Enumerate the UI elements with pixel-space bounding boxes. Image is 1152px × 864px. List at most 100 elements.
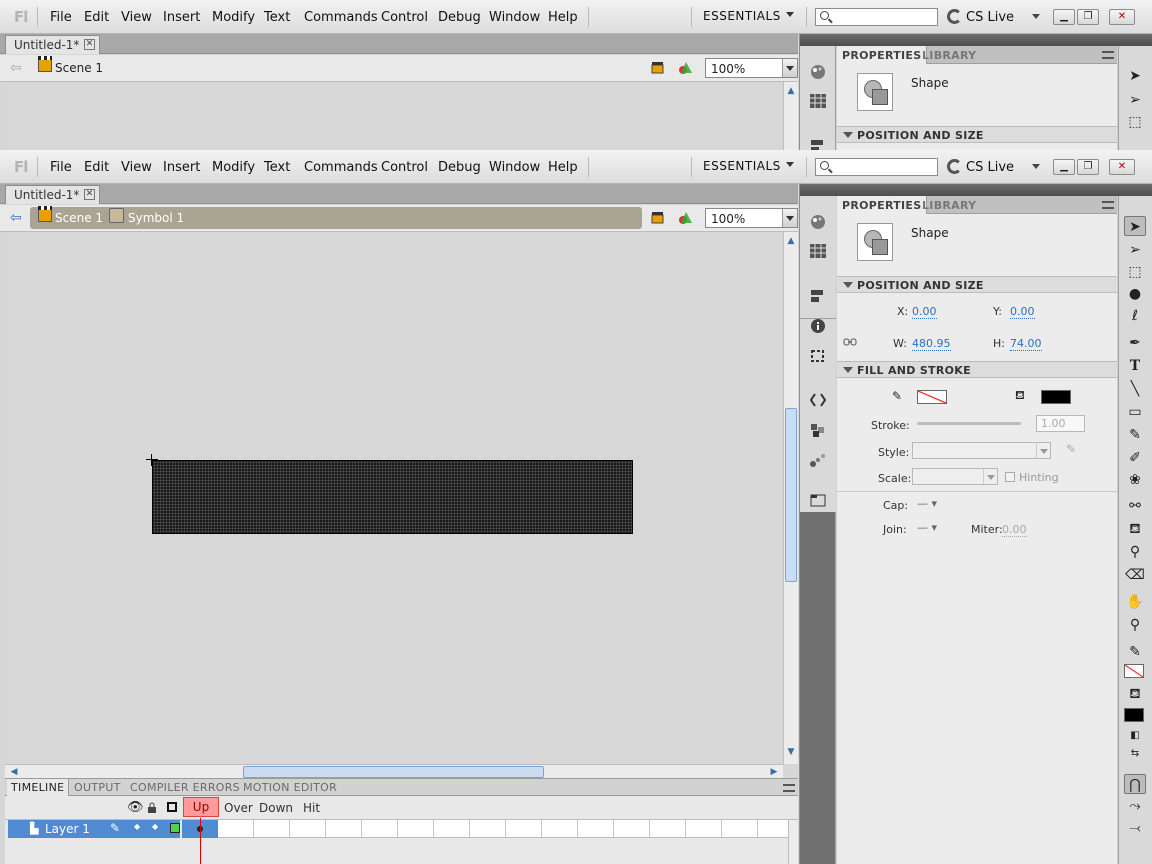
tab-compiler-errors[interactable]: COMPILER ERRORS: [130, 781, 240, 794]
motion-presets-icon[interactable]: [809, 452, 827, 468]
miter-value[interactable]: 0.00: [1002, 523, 1027, 537]
tab-properties[interactable]: PROPERTIES: [837, 196, 928, 214]
cs-live-menu[interactable]: CS Live: [966, 160, 1014, 175]
panel-menu-icon[interactable]: [1102, 51, 1114, 59]
menu-control[interactable]: Control: [381, 10, 428, 25]
chevron-down-icon[interactable]: [1036, 443, 1050, 458]
frame-label-over[interactable]: Over: [224, 801, 253, 815]
w-value[interactable]: 480.95: [912, 337, 951, 351]
scale-select[interactable]: [912, 468, 998, 485]
tab-properties[interactable]: PROPERTIES: [837, 46, 928, 64]
breadcrumb-scene[interactable]: Scene 1: [55, 61, 103, 75]
menu-edit[interactable]: Edit: [84, 160, 109, 175]
stage[interactable]: [5, 82, 783, 150]
eraser-tool-icon[interactable]: ⌫: [1124, 565, 1146, 585]
align-icon[interactable]: [809, 288, 827, 304]
menu-commands[interactable]: Commands: [304, 10, 378, 25]
horizontal-scroll-thumb[interactable]: [243, 766, 544, 778]
section-position-size[interactable]: POSITION AND SIZE: [837, 276, 1117, 293]
chevron-down-icon[interactable]: [786, 162, 794, 167]
frame-label-down[interactable]: Down: [259, 801, 293, 815]
rectangle-shape[interactable]: [152, 460, 633, 534]
menu-commands[interactable]: Commands: [304, 160, 378, 175]
layer-name[interactable]: Layer 1: [45, 822, 90, 836]
menu-text[interactable]: Text: [264, 160, 290, 175]
chevron-down-icon[interactable]: [1032, 14, 1040, 19]
paint-bucket-tool-icon[interactable]: ⛾: [1124, 519, 1146, 539]
smooth-icon[interactable]: ⤳: [1124, 796, 1146, 816]
hinting-checkbox[interactable]: [1005, 472, 1015, 482]
menu-help[interactable]: Help: [548, 160, 578, 175]
pencil-tool-icon[interactable]: ✎: [1124, 425, 1146, 445]
stroke-value[interactable]: 1.00: [1036, 415, 1085, 432]
color-icon[interactable]: [809, 64, 827, 80]
tab-library[interactable]: LIBRARY: [917, 46, 981, 64]
layer-color-icon[interactable]: [170, 823, 180, 833]
panel-menu-icon[interactable]: [1102, 201, 1114, 209]
fill-color-chip[interactable]: [1124, 708, 1144, 722]
scroll-up-icon[interactable]: ▲: [784, 84, 798, 98]
text-tool-icon[interactable]: T: [1124, 356, 1146, 376]
timeline-vertical-scrollbar[interactable]: [788, 820, 798, 864]
chevron-down-icon[interactable]: [983, 469, 997, 484]
color-icon[interactable]: [809, 214, 827, 230]
tab-output[interactable]: OUTPUT: [74, 781, 121, 794]
restore-button[interactable]: ❐: [1077, 9, 1099, 25]
vertical-scrollbar[interactable]: ▲ ▼: [783, 232, 798, 764]
vertical-scrollbar[interactable]: ▲: [783, 82, 798, 150]
frame-row[interactable]: [182, 820, 788, 838]
menu-file[interactable]: File: [50, 10, 72, 25]
tab-timeline[interactable]: TIMELINE: [7, 779, 70, 796]
free-transform-tool-icon[interactable]: ⬚: [1124, 112, 1146, 132]
menu-edit[interactable]: Edit: [84, 10, 109, 25]
back-arrow-icon[interactable]: ⇦: [10, 60, 22, 76]
code-snippets-icon[interactable]: [809, 392, 827, 408]
fill-color-tool-icon[interactable]: ⛾: [1124, 684, 1146, 704]
menu-control[interactable]: Control: [381, 160, 428, 175]
breadcrumb-scene[interactable]: Scene 1: [55, 211, 103, 225]
stroke-color-swatch[interactable]: [917, 390, 947, 404]
section-position-size[interactable]: POSITION AND SIZE: [837, 126, 1117, 143]
close-button[interactable]: ✕: [1109, 159, 1135, 175]
horizontal-scrollbar[interactable]: ◀ ▶: [5, 764, 783, 779]
eyedropper-tool-icon[interactable]: ⚲: [1124, 542, 1146, 562]
menu-help[interactable]: Help: [548, 10, 578, 25]
fill-color-swatch[interactable]: [1041, 390, 1071, 404]
search-input[interactable]: [815, 8, 938, 26]
menu-window[interactable]: Window: [489, 10, 540, 25]
menu-debug[interactable]: Debug: [438, 10, 481, 25]
subselection-tool-icon[interactable]: ➢: [1124, 90, 1146, 110]
minimize-button[interactable]: ▁: [1053, 9, 1075, 25]
swatches-icon[interactable]: [809, 243, 827, 259]
menu-modify[interactable]: Modify: [212, 10, 255, 25]
bone-tool-icon[interactable]: ⚯: [1124, 496, 1146, 516]
subselection-tool-icon[interactable]: ➢: [1124, 240, 1146, 260]
zoom-tool-icon[interactable]: ⚲: [1124, 615, 1146, 635]
x-value[interactable]: 0.00: [912, 305, 937, 319]
menu-view[interactable]: View: [121, 10, 152, 25]
chevron-down-icon[interactable]: [782, 59, 797, 77]
tab-motion-editor[interactable]: MOTION EDITOR: [243, 781, 337, 794]
chevron-down-icon[interactable]: [786, 12, 794, 17]
line-tool-icon[interactable]: ╲: [1124, 379, 1146, 399]
scroll-right-icon[interactable]: ▶: [767, 765, 781, 779]
free-transform-tool-icon[interactable]: ⬚: [1124, 262, 1146, 282]
vertical-scroll-thumb[interactable]: [785, 408, 797, 582]
swatches-icon[interactable]: [809, 93, 827, 109]
edit-scene-icon[interactable]: [651, 211, 667, 225]
workspace-switcher[interactable]: ESSENTIALS: [703, 159, 781, 173]
section-fill-stroke[interactable]: FILL AND STROKE: [837, 361, 1117, 378]
outline-icon[interactable]: [167, 802, 177, 812]
h-value[interactable]: 74.00: [1010, 337, 1042, 351]
edit-stroke-style-icon[interactable]: ✎: [1066, 442, 1076, 456]
deco-tool-icon[interactable]: ❀: [1124, 470, 1146, 490]
link-icon[interactable]: [843, 337, 857, 347]
rectangle-tool-icon[interactable]: ▭: [1124, 402, 1146, 422]
hand-tool-icon[interactable]: ✋: [1124, 592, 1146, 612]
menu-insert[interactable]: Insert: [163, 10, 200, 25]
cap-select[interactable]: — ▾: [917, 497, 937, 510]
zoom-select[interactable]: 100%: [705, 58, 798, 78]
cs-live-menu[interactable]: CS Live: [966, 10, 1014, 25]
align-icon[interactable]: [809, 138, 827, 150]
workspace-switcher[interactable]: ESSENTIALS: [703, 9, 781, 23]
